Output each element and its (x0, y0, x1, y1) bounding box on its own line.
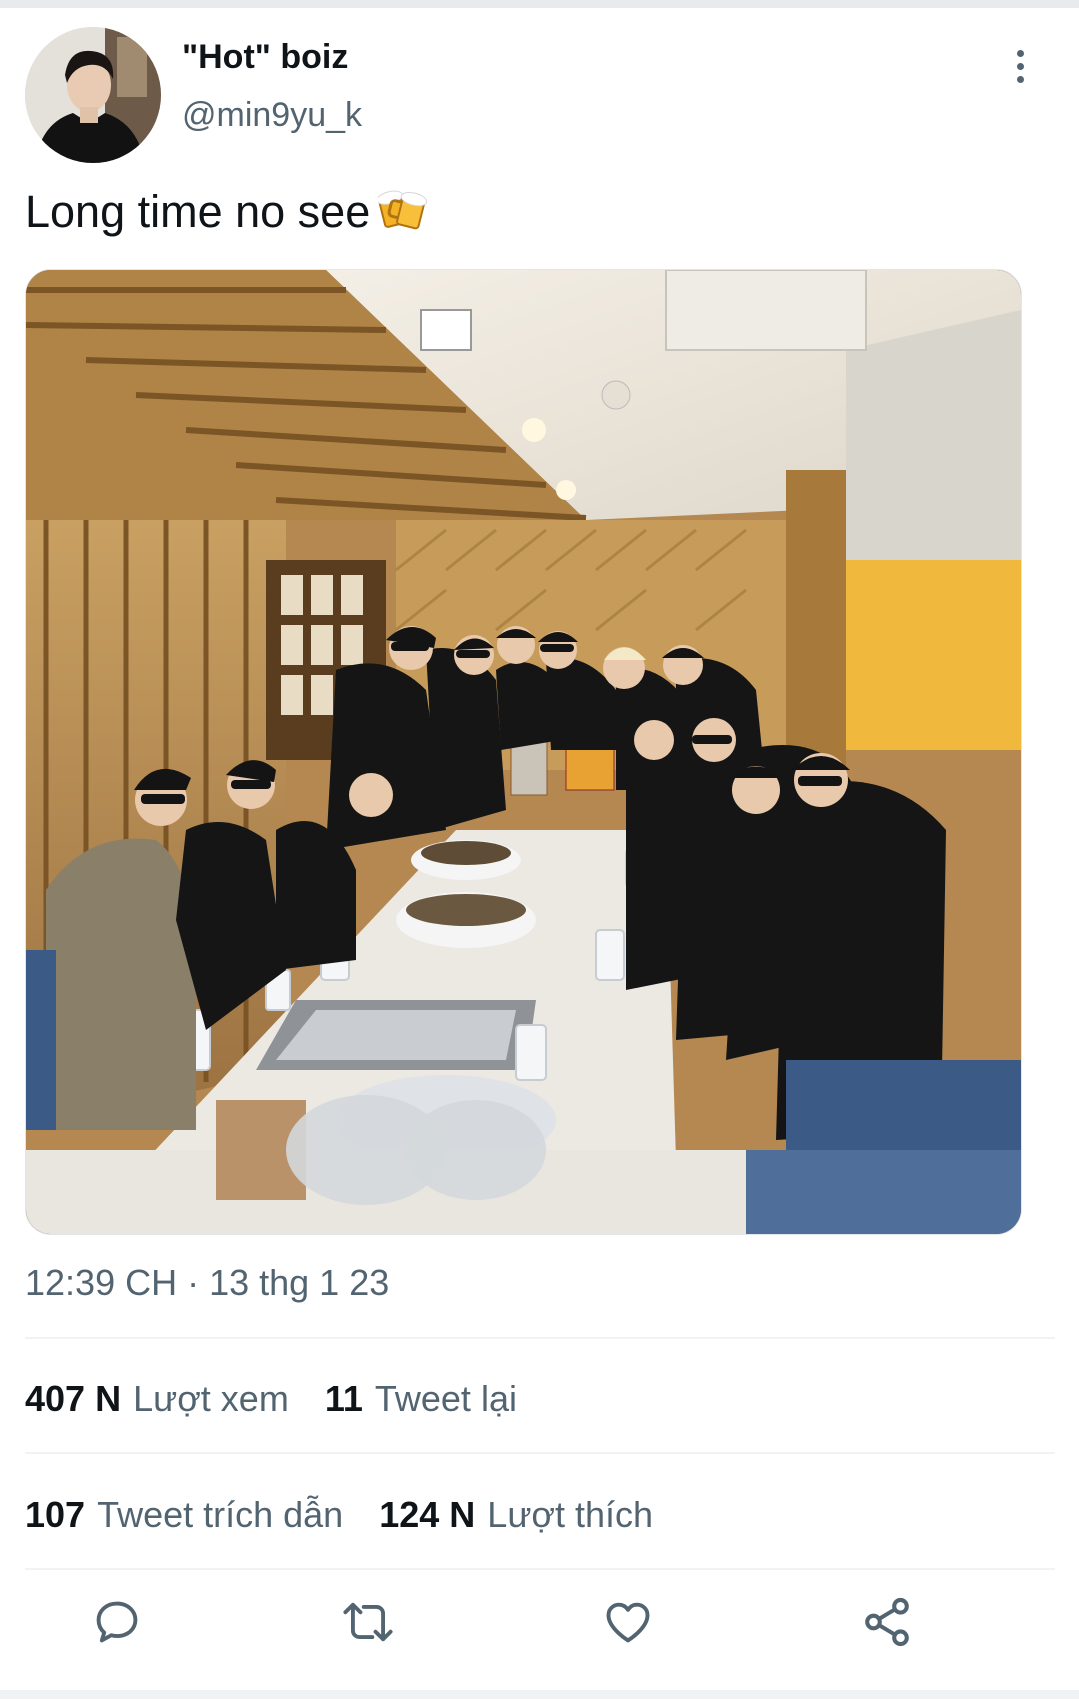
avatar[interactable] (25, 27, 161, 163)
divider (25, 1452, 1055, 1454)
like-icon[interactable] (596, 1590, 660, 1654)
user-handle[interactable]: @min9yu_k (182, 96, 362, 135)
tweet-photo[interactable] (25, 269, 1022, 1235)
avatar-image (25, 27, 161, 163)
reply-icon[interactable] (85, 1590, 149, 1654)
tweet-text-content: Long time no see (25, 186, 371, 237)
stats-row-quotes-likes: 107 Tweet trích dẫn 124 N Lượt thích (25, 1494, 689, 1536)
divider (25, 1337, 1055, 1339)
quote-tweets-stat[interactable]: 107 Tweet trích dẫn (25, 1494, 343, 1536)
group-photo-image (26, 270, 1021, 1234)
tweet-timestamp[interactable]: 12:39 CH · 13 thg 1 23 (25, 1262, 389, 1304)
retweets-count: 11 (324, 1378, 363, 1419)
action-bar (0, 1590, 1079, 1660)
retweets-stat[interactable]: 11 Tweet lại (325, 1378, 517, 1420)
divider (25, 1568, 1055, 1570)
bottom-divider (0, 1690, 1079, 1699)
likes-label: Lượt thích (487, 1494, 654, 1535)
views-label: Lượt xem (133, 1378, 289, 1419)
quote-tweets-label: Tweet trích dẫn (97, 1494, 344, 1535)
display-name[interactable]: "Hot" boiz (182, 38, 348, 77)
likes-stat[interactable]: 124 N Lượt thích (379, 1494, 653, 1536)
tweet-text: Long time no see (25, 186, 428, 242)
views-count: 407 N (25, 1378, 122, 1419)
top-divider (0, 0, 1079, 8)
more-options-icon[interactable] (1000, 50, 1040, 94)
quote-tweets-count: 107 (25, 1494, 86, 1535)
likes-count: 124 N (379, 1494, 476, 1535)
beer-mugs-icon (376, 187, 428, 242)
views-stat[interactable]: 407 N Lượt xem (25, 1378, 289, 1420)
retweets-label: Tweet lại (374, 1378, 517, 1419)
share-icon[interactable] (855, 1590, 919, 1654)
stats-row-views-retweets: 407 N Lượt xem 11 Tweet lại (25, 1378, 553, 1420)
retweet-icon[interactable] (336, 1590, 400, 1654)
